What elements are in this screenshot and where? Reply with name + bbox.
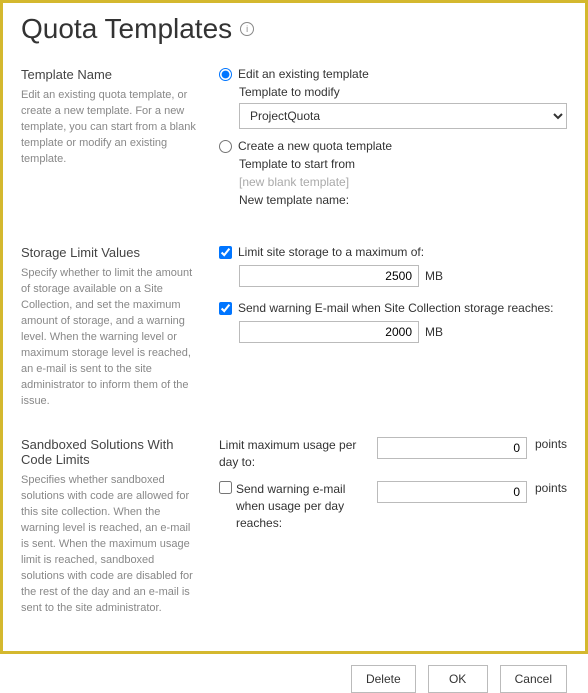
- create-template-label: Create a new quota template: [238, 139, 392, 153]
- sandbox-warn-input[interactable]: [377, 481, 527, 503]
- warn-storage-label: Send warning E-mail when Site Collection…: [238, 301, 554, 315]
- warn-storage-checkbox[interactable]: [219, 302, 232, 315]
- ok-button[interactable]: OK: [428, 665, 488, 693]
- sandbox-desc: Specifies whether sandboxed solutions wi…: [21, 473, 199, 616]
- template-name-section: Template Name Edit an existing quota tem…: [21, 67, 567, 217]
- template-modify-label: Template to modify: [239, 85, 567, 99]
- storage-limit-section: Storage Limit Values Specify whether to …: [21, 245, 567, 409]
- edit-template-label: Edit an existing template: [238, 67, 369, 81]
- delete-button[interactable]: Delete: [351, 665, 416, 693]
- limit-storage-label: Limit site storage to a maximum of:: [238, 245, 424, 259]
- sandbox-heading: Sandboxed Solutions With Code Limits: [21, 437, 199, 467]
- template-modify-select[interactable]: ProjectQuota: [239, 103, 567, 129]
- edit-template-radio[interactable]: [219, 68, 232, 81]
- page-title-text: Quota Templates: [21, 13, 232, 45]
- sandbox-warn-unit: points: [535, 481, 567, 495]
- sandbox-warn-label: Send warning e-mail when usage per day r…: [236, 481, 369, 531]
- info-icon[interactable]: i: [240, 22, 254, 36]
- template-name-heading: Template Name: [21, 67, 199, 82]
- button-bar: Delete OK Cancel: [3, 665, 585, 693]
- warn-storage-unit: MB: [425, 325, 443, 339]
- storage-limit-heading: Storage Limit Values: [21, 245, 199, 260]
- sandbox-section: Sandboxed Solutions With Code Limits Spe…: [21, 437, 567, 616]
- sandbox-max-unit: points: [535, 437, 567, 451]
- warn-storage-input[interactable]: [239, 321, 419, 343]
- limit-storage-checkbox[interactable]: [219, 246, 232, 259]
- storage-limit-desc: Specify whether to limit the amount of s…: [21, 266, 199, 409]
- page-title: Quota Templates i: [21, 13, 567, 45]
- template-startfrom-label: Template to start from: [239, 157, 567, 171]
- create-template-radio[interactable]: [219, 140, 232, 153]
- cancel-button[interactable]: Cancel: [500, 665, 567, 693]
- sandbox-max-label: Limit maximum usage per day to:: [219, 437, 369, 471]
- sandbox-max-input[interactable]: [377, 437, 527, 459]
- sandbox-warn-checkbox[interactable]: [219, 481, 232, 494]
- limit-storage-input[interactable]: [239, 265, 419, 287]
- template-name-desc: Edit an existing quota template, or crea…: [21, 88, 199, 168]
- limit-storage-unit: MB: [425, 269, 443, 283]
- new-template-name-label: New template name:: [239, 193, 567, 207]
- template-startfrom-placeholder: [new blank template]: [239, 175, 567, 189]
